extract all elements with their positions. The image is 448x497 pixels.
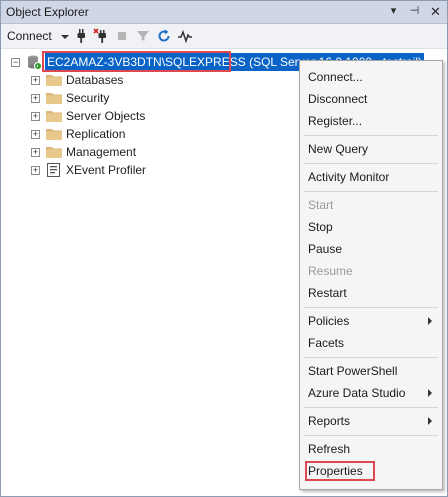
menu-item-register[interactable]: Register...: [300, 110, 442, 132]
menu-item-restart[interactable]: Restart: [300, 282, 442, 304]
close-icon[interactable]: ✕: [428, 4, 443, 19]
folder-icon: [46, 75, 62, 86]
menu-item-connect[interactable]: Connect...: [300, 66, 442, 88]
menu-item-stop[interactable]: Stop: [300, 216, 442, 238]
menu-item-label: Policies: [308, 314, 350, 328]
submenu-arrow-icon: [428, 317, 432, 325]
submenu-arrow-icon: [428, 389, 432, 397]
properties-highlight-box: [305, 461, 375, 481]
activity-monitor-icon[interactable]: [177, 28, 193, 44]
menu-item-label: Facets: [308, 336, 345, 350]
expand-icon[interactable]: +: [31, 76, 40, 85]
connect-dropdown-icon[interactable]: [61, 35, 69, 39]
folder-icon: [46, 129, 62, 140]
expand-icon[interactable]: +: [31, 166, 40, 175]
title-bar: Object Explorer ▾ ⊣ ✕: [1, 1, 447, 24]
menu-separator: [304, 357, 438, 358]
collapse-icon[interactable]: −: [11, 58, 20, 67]
menu-item-label: Reports: [308, 414, 351, 428]
menu-item-activity-monitor[interactable]: Activity Monitor: [300, 166, 442, 188]
expand-icon[interactable]: +: [31, 112, 40, 121]
object-explorer-window: Object Explorer ▾ ⊣ ✕ Connect − EC2AMAZ-…: [0, 0, 448, 497]
tree-node-label: Management: [66, 145, 137, 159]
folder-icon: [46, 111, 62, 122]
menu-item-label: Pause: [308, 242, 343, 256]
connect-button[interactable]: Connect: [7, 29, 52, 43]
tree-node-label: Server Objects: [66, 109, 146, 123]
expand-icon[interactable]: +: [31, 94, 40, 103]
menu-item-label: New Query: [308, 142, 369, 156]
expand-icon[interactable]: +: [31, 130, 40, 139]
window-title: Object Explorer: [6, 5, 89, 19]
folder-icon: [46, 147, 62, 158]
menu-separator: [304, 191, 438, 192]
menu-separator: [304, 407, 438, 408]
folder-icon: [46, 93, 62, 104]
tree-node-label: Replication: [66, 127, 126, 141]
menu-item-resume: Resume: [300, 260, 442, 282]
auto-hide-pin-icon[interactable]: ⊣: [407, 4, 422, 19]
menu-separator: [304, 435, 438, 436]
window-position-dropdown-icon[interactable]: ▾: [386, 4, 401, 19]
menu-item-new-query[interactable]: New Query: [300, 138, 442, 160]
menu-item-policies[interactable]: Policies: [300, 310, 442, 332]
menu-item-label: Restart: [308, 286, 347, 300]
menu-item-label: Activity Monitor: [308, 170, 390, 184]
menu-item-disconnect[interactable]: Disconnect: [300, 88, 442, 110]
menu-separator: [304, 163, 438, 164]
menu-item-label: Refresh: [308, 442, 351, 456]
menu-item-label: Register...: [308, 114, 363, 128]
tree-node-label: Security: [66, 91, 110, 105]
menu-separator: [304, 307, 438, 308]
menu-item-label: Start: [308, 198, 334, 212]
menu-item-start: Start: [300, 194, 442, 216]
menu-item-pause[interactable]: Pause: [300, 238, 442, 260]
object-explorer-toolbar: Connect: [1, 24, 447, 49]
filter-icon[interactable]: [135, 28, 151, 44]
menu-item-facets[interactable]: Facets: [300, 332, 442, 354]
menu-item-label: Resume: [308, 264, 353, 278]
menu-item-azure-data-studio[interactable]: Azure Data Studio: [300, 382, 442, 404]
menu-item-label: Disconnect: [308, 92, 368, 106]
menu-item-start-powershell[interactable]: Start PowerShell: [300, 360, 442, 382]
menu-item-label: Connect...: [308, 70, 363, 84]
menu-item-reports[interactable]: Reports: [300, 410, 442, 432]
tree-node-label: Databases: [66, 73, 124, 87]
menu-item-refresh[interactable]: Refresh: [300, 438, 442, 460]
refresh-icon[interactable]: [156, 28, 172, 44]
disconnect-plug-icon[interactable]: [93, 28, 109, 44]
stop-icon[interactable]: [114, 28, 130, 44]
database-server-icon: [28, 55, 42, 70]
server-name-highlight-box: [42, 51, 231, 72]
menu-item-label: Azure Data Studio: [308, 386, 406, 400]
menu-item-label: Start PowerShell: [308, 364, 398, 378]
menu-separator: [304, 135, 438, 136]
tree-node-label: XEvent Profiler: [66, 163, 147, 177]
server-context-menu: Connect... Disconnect Register... New Qu…: [299, 60, 443, 490]
xevent-profiler-icon: [47, 163, 60, 177]
connect-plug-icon[interactable]: [73, 28, 89, 44]
submenu-arrow-icon: [428, 417, 432, 425]
expand-icon[interactable]: +: [31, 148, 40, 157]
menu-item-label: Stop: [308, 220, 333, 234]
